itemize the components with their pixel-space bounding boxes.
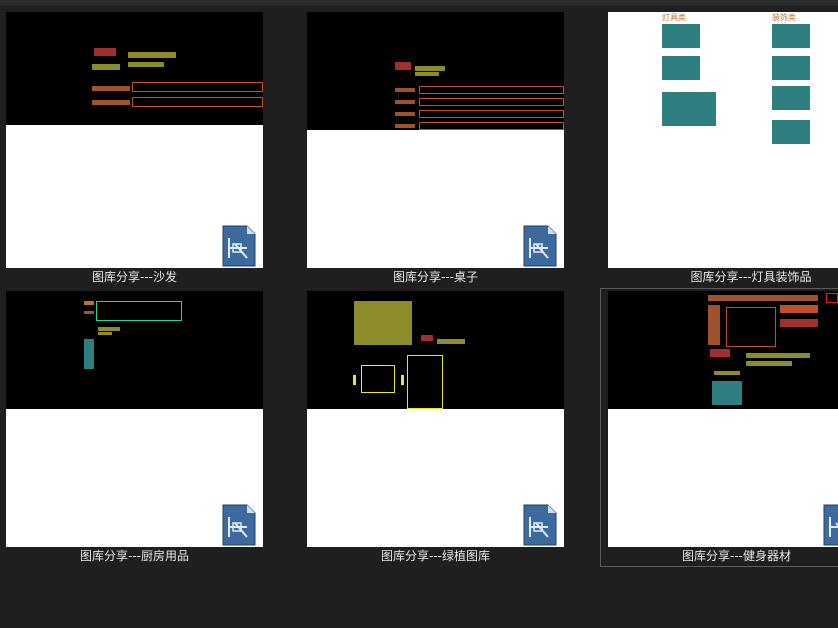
file-tile-fitness[interactable]: 图库分享---健身器材 xyxy=(600,288,838,567)
dwg-file-icon xyxy=(523,504,557,546)
file-thumbnail: 灯具类 装饰类 xyxy=(608,12,838,268)
file-thumbnail xyxy=(307,12,564,268)
file-thumbnail xyxy=(307,291,564,547)
dwg-file-icon xyxy=(222,225,256,267)
file-caption: 图库分享---桌子 xyxy=(393,270,478,284)
file-thumbnail xyxy=(608,291,838,547)
file-caption: 图库分享---沙发 xyxy=(92,270,177,284)
dwg-file-icon xyxy=(222,504,256,546)
file-tile-table[interactable]: 图库分享---桌子 xyxy=(307,12,564,284)
file-tile-kitchen[interactable]: 图库分享---厨房用品 xyxy=(6,291,263,563)
file-tile-lamps-decor[interactable]: 灯具类 装饰类 图库分享---灯具装饰品 xyxy=(608,12,838,284)
file-thumbnail xyxy=(6,12,263,268)
file-caption: 图库分享---厨房用品 xyxy=(80,549,189,563)
file-thumbnail xyxy=(6,291,263,547)
file-caption: 图库分享---绿植图库 xyxy=(381,549,490,563)
dwg-file-icon xyxy=(523,225,557,267)
drawing-label: 装饰类 xyxy=(772,13,796,22)
dwg-file-icon xyxy=(823,504,838,546)
file-caption: 图库分享---健身器材 xyxy=(682,549,791,563)
file-caption: 图库分享---灯具装饰品 xyxy=(690,270,812,284)
file-tile-plants[interactable]: 图库分享---绿植图库 xyxy=(307,291,564,563)
file-tile-sofa[interactable]: 图库分享---沙发 xyxy=(6,12,263,284)
top-bar xyxy=(0,0,838,6)
drawing-label: 灯具类 xyxy=(662,13,686,22)
